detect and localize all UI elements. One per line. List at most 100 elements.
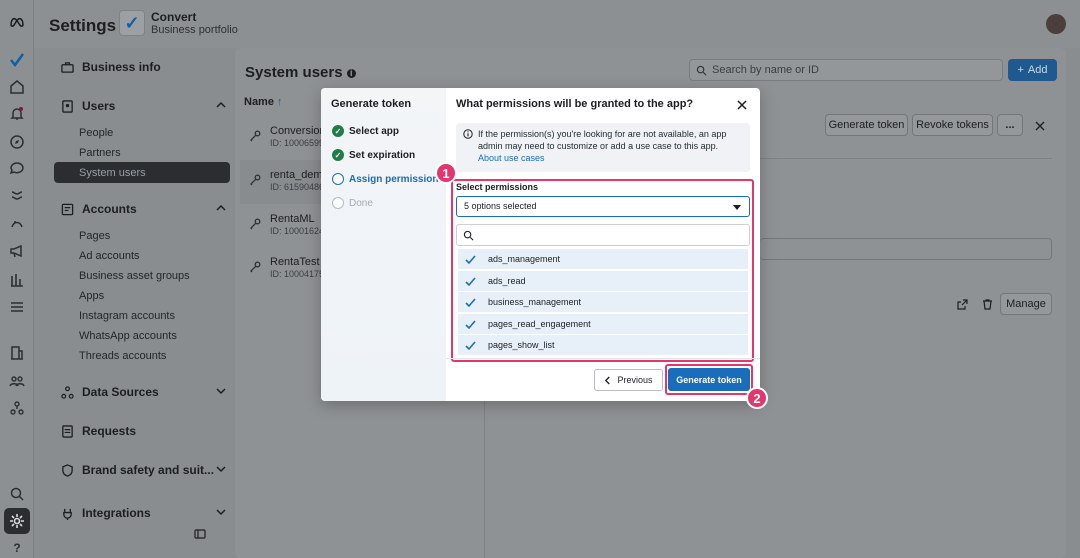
step-select-app: ✓ Select app (332, 125, 399, 137)
chevron-down-icon[interactable] (216, 386, 230, 400)
step-label: Set expiration (349, 149, 416, 161)
sidebar-item-label: Requests (82, 424, 137, 438)
global-nav-rail: ? (0, 0, 34, 558)
option-label: ads_read (488, 276, 526, 286)
sidebar-section-integrations[interactable]: Integrations (60, 506, 151, 520)
open-link-icon[interactable] (957, 298, 968, 310)
more-options-button[interactable]: ... (997, 114, 1023, 136)
close-icon[interactable] (737, 98, 747, 110)
add-button[interactable]: + Add (1008, 59, 1057, 81)
search-input[interactable]: Search by name or ID (689, 59, 1003, 81)
permission-option[interactable]: ads_management (458, 249, 748, 269)
checkbox-checked-icon[interactable] (465, 254, 476, 265)
bar-chart-icon[interactable] (7, 270, 27, 290)
annotation-badge-1: 1 (435, 162, 457, 184)
settings-gear-icon[interactable] (7, 186, 27, 206)
avatar[interactable] (1046, 14, 1066, 34)
checkbox-checked-icon[interactable] (465, 297, 476, 308)
sidebar-item-threads-accounts[interactable]: Threads accounts (79, 350, 166, 362)
sidebar-section-accounts[interactable]: Accounts (60, 202, 137, 216)
step-set-expiration: ✓ Set expiration (332, 149, 415, 161)
permission-option[interactable]: business_management (458, 292, 748, 312)
permissions-search-input[interactable] (456, 224, 750, 246)
check-brand-icon[interactable] (7, 50, 27, 70)
megaphone-icon[interactable] (7, 241, 27, 261)
checkbox-checked-icon[interactable] (465, 319, 476, 330)
option-label: business_management (488, 297, 582, 307)
annotation-badge-2: 2 (746, 387, 768, 409)
empty-circle-icon (332, 197, 344, 209)
portfolio-switcher[interactable]: ✓ Convert Business portfolio (119, 10, 238, 36)
meta-logo-icon[interactable] (7, 12, 27, 32)
sidebar-item-apps[interactable]: Apps (79, 290, 104, 302)
key-icon (250, 174, 261, 186)
manage-button[interactable]: Manage (1000, 293, 1052, 315)
checkbox-checked-icon[interactable] (465, 276, 476, 287)
previous-button[interactable]: Previous (594, 369, 663, 391)
key-icon (250, 130, 261, 142)
sidebar-item-system-users[interactable]: System users (79, 167, 146, 179)
menu-icon[interactable] (7, 297, 27, 317)
sidebar-item-people[interactable]: People (79, 127, 113, 139)
bell-icon[interactable] (7, 104, 27, 124)
sidebar-section-data-sources[interactable]: Data Sources (60, 385, 159, 399)
chat-icon[interactable] (7, 159, 27, 179)
permission-option[interactable]: pages_show_list (458, 335, 748, 355)
permission-option[interactable]: ads_read (458, 271, 748, 291)
chevron-down-icon[interactable] (216, 464, 230, 478)
permission-option[interactable]: pages_read_engagement (458, 314, 748, 334)
accounts-icon (60, 202, 74, 216)
row-name: RentaTest (270, 256, 320, 268)
trash-icon[interactable] (982, 298, 993, 310)
compass-icon[interactable] (7, 132, 27, 152)
search-icon[interactable] (7, 484, 27, 504)
close-panel-icon[interactable] (1035, 119, 1045, 131)
home-icon[interactable] (7, 77, 27, 97)
user-card-icon (60, 99, 74, 113)
chevron-up-icon[interactable] (216, 100, 230, 114)
sidebar-item-partners[interactable]: Partners (79, 147, 121, 159)
sidebar-item-pages[interactable]: Pages (79, 230, 110, 242)
emoji-icon[interactable] (7, 214, 27, 234)
about-use-cases-link[interactable]: About use cases (478, 153, 545, 163)
sidebar-section-label: Data Sources (82, 385, 159, 399)
portfolio-logo-icon: ✓ (119, 10, 145, 36)
check-circle-icon: ✓ (332, 125, 344, 137)
generate-token-button[interactable]: Generate token (668, 368, 750, 391)
settings-sidebar: Business info Users People Partners Syst… (44, 48, 230, 558)
check-circle-icon: ✓ (332, 149, 344, 161)
token-field[interactable] (760, 238, 1052, 260)
chevron-up-icon[interactable] (216, 203, 230, 217)
sidebar-item-requests[interactable]: Requests (60, 424, 136, 438)
sidebar-item-business-asset-groups[interactable]: Business asset groups (79, 270, 190, 282)
sidebar-item-business-info[interactable]: Business info (60, 60, 161, 74)
integrations-icon (60, 506, 74, 520)
dialog-question: What permissions will be granted to the … (456, 98, 694, 110)
gear-icon[interactable] (4, 508, 30, 534)
checkbox-checked-icon[interactable] (465, 340, 476, 351)
permissions-dropdown[interactable]: 5 options selected (456, 196, 750, 217)
info-icon[interactable]: i (346, 68, 356, 78)
previous-label: Previous (617, 375, 653, 385)
step-assign-permissions: Assign permissions (332, 173, 444, 185)
sidebar-section-label: Accounts (82, 202, 137, 216)
name-column-header[interactable]: Name ↑ (244, 96, 283, 108)
help-icon[interactable]: ? (7, 538, 27, 558)
sidebar-section-users[interactable]: Users (60, 99, 115, 113)
sidebar-item-instagram-accounts[interactable]: Instagram accounts (79, 310, 175, 322)
collapse-sidebar-icon[interactable] (194, 528, 208, 542)
generate-token-button-bg[interactable]: Generate token (825, 114, 908, 136)
generate-token-dialog: Generate token ✓ Select app ✓ Set expira… (321, 88, 760, 401)
sidebar-section-brand-safety[interactable]: Brand safety and suit... (60, 463, 214, 477)
sidebar-item-ad-accounts[interactable]: Ad accounts (79, 250, 140, 262)
people-icon[interactable] (7, 371, 27, 391)
revoke-tokens-button[interactable]: Revoke tokens (912, 114, 993, 136)
chevron-down-icon[interactable] (216, 507, 230, 521)
step-label: Assign permissions (349, 173, 445, 185)
network-icon[interactable] (7, 398, 27, 418)
sidebar-item-whatsapp-accounts[interactable]: WhatsApp accounts (79, 330, 177, 342)
dialog-steps-panel: Generate token ✓ Select app ✓ Set expira… (321, 88, 446, 401)
building-icon[interactable] (7, 343, 27, 363)
info-banner: If the permission(s) you're looking for … (456, 123, 750, 172)
portfolio-name: Convert (151, 10, 197, 24)
